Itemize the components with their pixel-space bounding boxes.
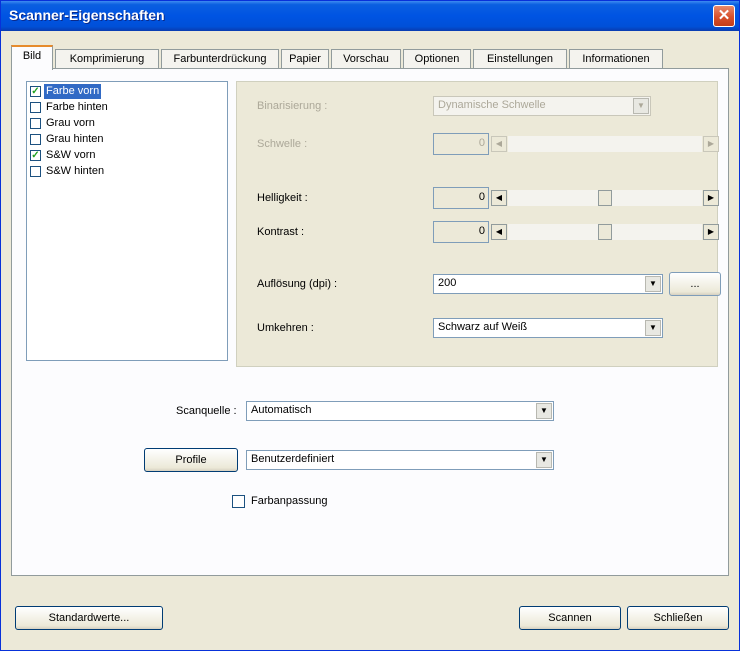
checkbox-farbe-vorn[interactable]: ✓ — [30, 86, 41, 97]
contrast-slider-track[interactable] — [508, 224, 702, 240]
contrast-value-box[interactable]: 0 — [433, 221, 489, 243]
brightness-decrease-button[interactable]: ◀ — [491, 190, 507, 206]
threshold-increase-button[interactable]: ▶ — [703, 136, 719, 152]
brightness-slider-track[interactable] — [508, 190, 702, 206]
resolution-value: 200 — [438, 277, 457, 289]
brightness-label: Helligkeit : — [257, 192, 308, 204]
binarization-label: Binarisierung : — [257, 100, 328, 112]
checkbox-farbe-hinten[interactable] — [30, 102, 41, 113]
resolution-select[interactable]: 200 ▼ — [433, 274, 663, 294]
list-item-label: Grau vorn — [46, 117, 95, 129]
checkbox-grau-vorn[interactable] — [30, 118, 41, 129]
list-item-farbe-hinten[interactable]: Farbe hinten — [29, 100, 225, 116]
profile-value: Benutzerdefiniert — [251, 453, 335, 465]
profile-select[interactable]: Benutzerdefiniert ▼ — [246, 450, 554, 470]
close-button[interactable]: Schließen — [627, 606, 729, 630]
list-item-farbe-vorn[interactable]: ✓ Farbe vorn — [29, 84, 225, 100]
bild-tab-panel: ✓ Farbe vorn Farbe hinten Grau vorn Grau… — [11, 68, 729, 576]
threshold-value: 0 — [478, 137, 485, 149]
checkbox-sw-hinten[interactable] — [30, 166, 41, 177]
brightness-value: 0 — [478, 191, 485, 203]
resolution-more-button[interactable]: ... — [669, 272, 721, 296]
scanner-properties-window: Scanner-Eigenschaften ✕ Bild Komprimieru… — [0, 0, 740, 651]
resolution-label: Auflösung (dpi) : — [257, 278, 338, 290]
window-title: Scanner-Eigenschaften — [9, 7, 165, 23]
invert-value: Schwarz auf Weiß — [438, 321, 528, 333]
tab-einstellungen[interactable]: Einstellungen — [473, 49, 567, 69]
threshold-label: Schwelle : — [257, 138, 308, 150]
list-item-sw-vorn[interactable]: ✓ S&W vorn — [29, 148, 225, 164]
contrast-value: 0 — [478, 225, 485, 237]
tab-papier[interactable]: Papier — [281, 49, 329, 69]
color-matching-checkbox[interactable] — [232, 495, 245, 508]
threshold-value-box[interactable]: 0 — [433, 133, 489, 155]
contrast-increase-button[interactable]: ▶ — [703, 224, 719, 240]
list-item-sw-hinten[interactable]: S&W hinten — [29, 164, 225, 180]
chevron-down-icon: ▼ — [536, 452, 552, 468]
threshold-decrease-button[interactable]: ◀ — [491, 136, 507, 152]
contrast-slider-thumb[interactable] — [598, 224, 612, 240]
binarization-value: Dynamische Schwelle — [438, 99, 546, 111]
list-item-label: Grau hinten — [46, 133, 104, 145]
chevron-down-icon: ▼ — [633, 98, 649, 114]
close-window-button[interactable]: ✕ — [713, 5, 735, 27]
chevron-down-icon: ▼ — [645, 276, 661, 292]
binarization-select[interactable]: Dynamische Schwelle ▼ — [433, 96, 651, 116]
threshold-slider-track[interactable] — [508, 136, 702, 152]
profile-button[interactable]: Profile — [144, 448, 238, 472]
chevron-down-icon: ▼ — [645, 320, 661, 336]
scan-source-select[interactable]: Automatisch ▼ — [246, 401, 554, 421]
tab-vorschau[interactable]: Vorschau — [331, 49, 401, 69]
scan-source-label: Scanquelle : — [176, 405, 237, 417]
chevron-down-icon: ▼ — [536, 403, 552, 419]
list-item-grau-hinten[interactable]: Grau hinten — [29, 132, 225, 148]
color-matching-label: Farbanpassung — [251, 495, 328, 507]
invert-label: Umkehren : — [257, 322, 314, 334]
image-settings-group: Binarisierung : Dynamische Schwelle ▼ Sc… — [236, 81, 721, 367]
brightness-slider-thumb[interactable] — [598, 190, 612, 206]
tab-bild[interactable]: Bild — [11, 45, 53, 70]
tab-farbunterdrueckung[interactable]: Farbunterdrückung — [161, 49, 279, 69]
scan-button[interactable]: Scannen — [519, 606, 621, 630]
invert-select[interactable]: Schwarz auf Weiß ▼ — [433, 318, 663, 338]
list-item-grau-vorn[interactable]: Grau vorn — [29, 116, 225, 132]
list-item-label: S&W hinten — [46, 165, 105, 177]
close-icon: ✕ — [717, 7, 731, 24]
checkbox-grau-hinten[interactable] — [30, 134, 41, 145]
title-bar[interactable]: Scanner-Eigenschaften ✕ — [1, 1, 739, 31]
list-item-label: Farbe vorn — [44, 84, 102, 99]
contrast-label: Kontrast : — [257, 226, 305, 238]
tab-optionen[interactable]: Optionen — [403, 49, 471, 69]
tab-komprimierung[interactable]: Komprimierung — [55, 49, 159, 69]
scan-source-value: Automatisch — [251, 404, 312, 416]
brightness-value-box[interactable]: 0 — [433, 187, 489, 209]
checkbox-sw-vorn[interactable]: ✓ — [30, 150, 41, 161]
brightness-increase-button[interactable]: ▶ — [703, 190, 719, 206]
tab-informationen[interactable]: Informationen — [569, 49, 663, 69]
list-item-label: Farbe hinten — [46, 101, 108, 113]
contrast-decrease-button[interactable]: ◀ — [491, 224, 507, 240]
defaults-button[interactable]: Standardwerte... — [15, 606, 163, 630]
image-type-list[interactable]: ✓ Farbe vorn Farbe hinten Grau vorn Grau… — [26, 81, 228, 361]
list-item-label: S&W vorn — [46, 149, 96, 161]
